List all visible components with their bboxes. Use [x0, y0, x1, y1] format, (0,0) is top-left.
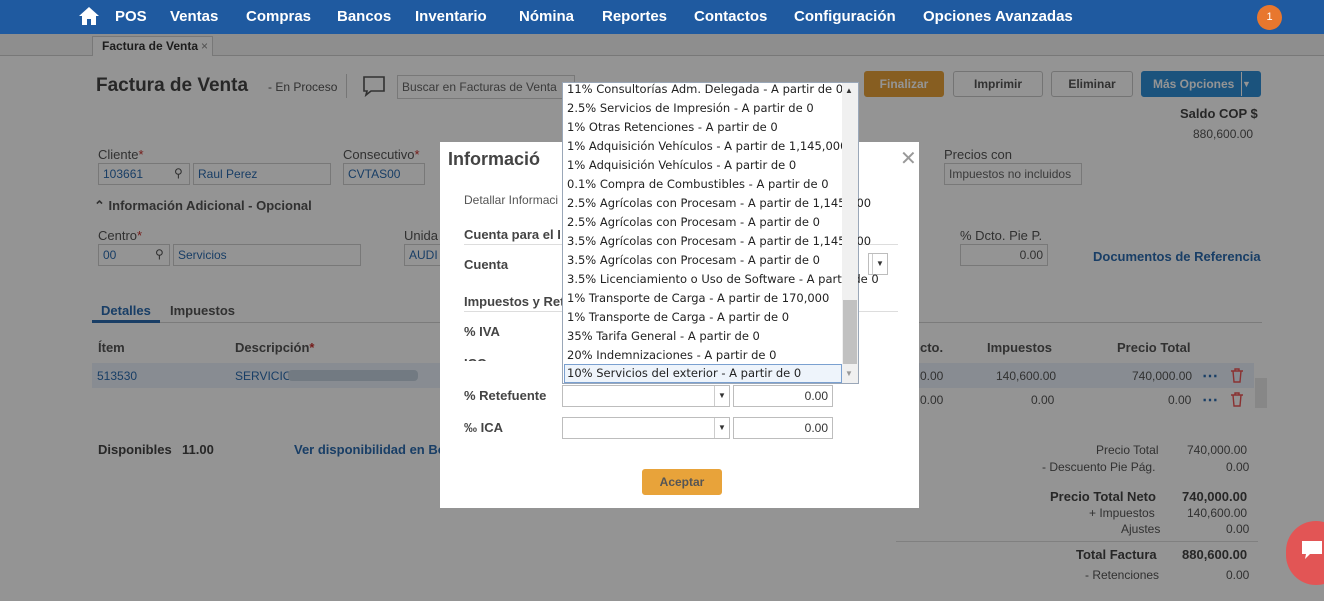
- dropdown-option[interactable]: 11% Consultorías Adm. Delegada - A parti…: [567, 80, 843, 99]
- chevron-down-icon: ▼: [714, 418, 729, 438]
- nav-reportes[interactable]: Reportes: [602, 8, 667, 25]
- nav-configuracion[interactable]: Configuración: [794, 8, 896, 25]
- cuenta-label: Cuenta: [464, 257, 509, 272]
- dropdown-option[interactable]: 1% Adquisición Vehículos - A partir de 1…: [567, 137, 847, 156]
- nav-contactos[interactable]: Contactos: [694, 8, 767, 25]
- notification-badge[interactable]: 1: [1257, 5, 1282, 30]
- cuenta-section: Cuenta para el I: [464, 227, 561, 242]
- dropdown-option[interactable]: 3.5% Agrícolas con Procesam - A partir d…: [567, 251, 820, 270]
- nav-compras[interactable]: Compras: [246, 8, 311, 25]
- chevron-down-icon: ▼: [714, 386, 729, 406]
- scroll-down-icon[interactable]: ▼: [845, 369, 853, 378]
- nav-opciones-avanzadas[interactable]: Opciones Avanzadas: [923, 8, 1073, 25]
- dropdown-option[interactable]: 1% Transporte de Carga - A partir de 0: [567, 308, 789, 327]
- retefuente-select[interactable]: ▼: [562, 385, 730, 407]
- dropdown-option[interactable]: 2.5% Agrícolas con Procesam - A partir d…: [567, 213, 820, 232]
- dropdown-option[interactable]: 3.5% Agrícolas con Procesam - A partir d…: [567, 232, 871, 251]
- dropdown-option[interactable]: 2.5% Servicios de Impresión - A partir d…: [567, 99, 814, 118]
- dropdown-option[interactable]: 1% Transporte de Carga - A partir de 170…: [567, 289, 829, 308]
- dropdown-option[interactable]: 3.5% Licenciamiento o Uso de Software - …: [567, 270, 879, 289]
- ica-value[interactable]: 0.00: [733, 417, 833, 439]
- accept-button[interactable]: Aceptar: [642, 469, 722, 495]
- nav-pos[interactable]: POS: [115, 8, 147, 25]
- nav-bancos[interactable]: Bancos: [337, 8, 391, 25]
- impuestos-section: Impuestos y Ret: [464, 294, 565, 309]
- dropdown-option[interactable]: 1% Otras Retenciones - A partir de 0: [567, 118, 778, 137]
- dropdown-option[interactable]: 20% Indemnizaciones - A partir de 0: [567, 346, 776, 365]
- dropdown-option[interactable]: 0.1% Compra de Combustibles - A partir d…: [567, 175, 829, 194]
- home-icon[interactable]: [78, 6, 100, 29]
- dropdown-option[interactable]: 2.5% Agrícolas con Procesam - A partir d…: [567, 194, 871, 213]
- nav-ventas[interactable]: Ventas: [170, 8, 218, 25]
- ica-label: ‰ ICA: [464, 420, 503, 435]
- dropdown-option[interactable]: 10% Servicios del exterior - A partir de…: [567, 364, 801, 383]
- chat-icon: [1300, 539, 1324, 564]
- retefuente-dropdown-list[interactable]: 11% Consultorías Adm. Delegada - A parti…: [562, 80, 879, 384]
- modal-title: Informació: [448, 149, 541, 169]
- close-icon[interactable]: ✕: [900, 146, 917, 171]
- scroll-up-icon[interactable]: ▲: [845, 86, 853, 95]
- retefuente-value[interactable]: 0.00: [733, 385, 833, 407]
- dropdown-option[interactable]: 1% Adquisición Vehículos - A partir de 0: [567, 156, 796, 175]
- dropdown-scroll-thumb[interactable]: [843, 300, 857, 364]
- iva-label: % IVA: [464, 324, 500, 339]
- retefuente-label: % Retefuente: [464, 388, 547, 403]
- dropdown-option[interactable]: 35% Tarifa General - A partir de 0: [567, 327, 760, 346]
- nav-inventario[interactable]: Inventario: [415, 8, 487, 25]
- ica-select[interactable]: ▼: [562, 417, 730, 439]
- nav-nomina[interactable]: Nómina: [519, 8, 574, 25]
- detallar-text: Detallar Informaci: [464, 193, 559, 207]
